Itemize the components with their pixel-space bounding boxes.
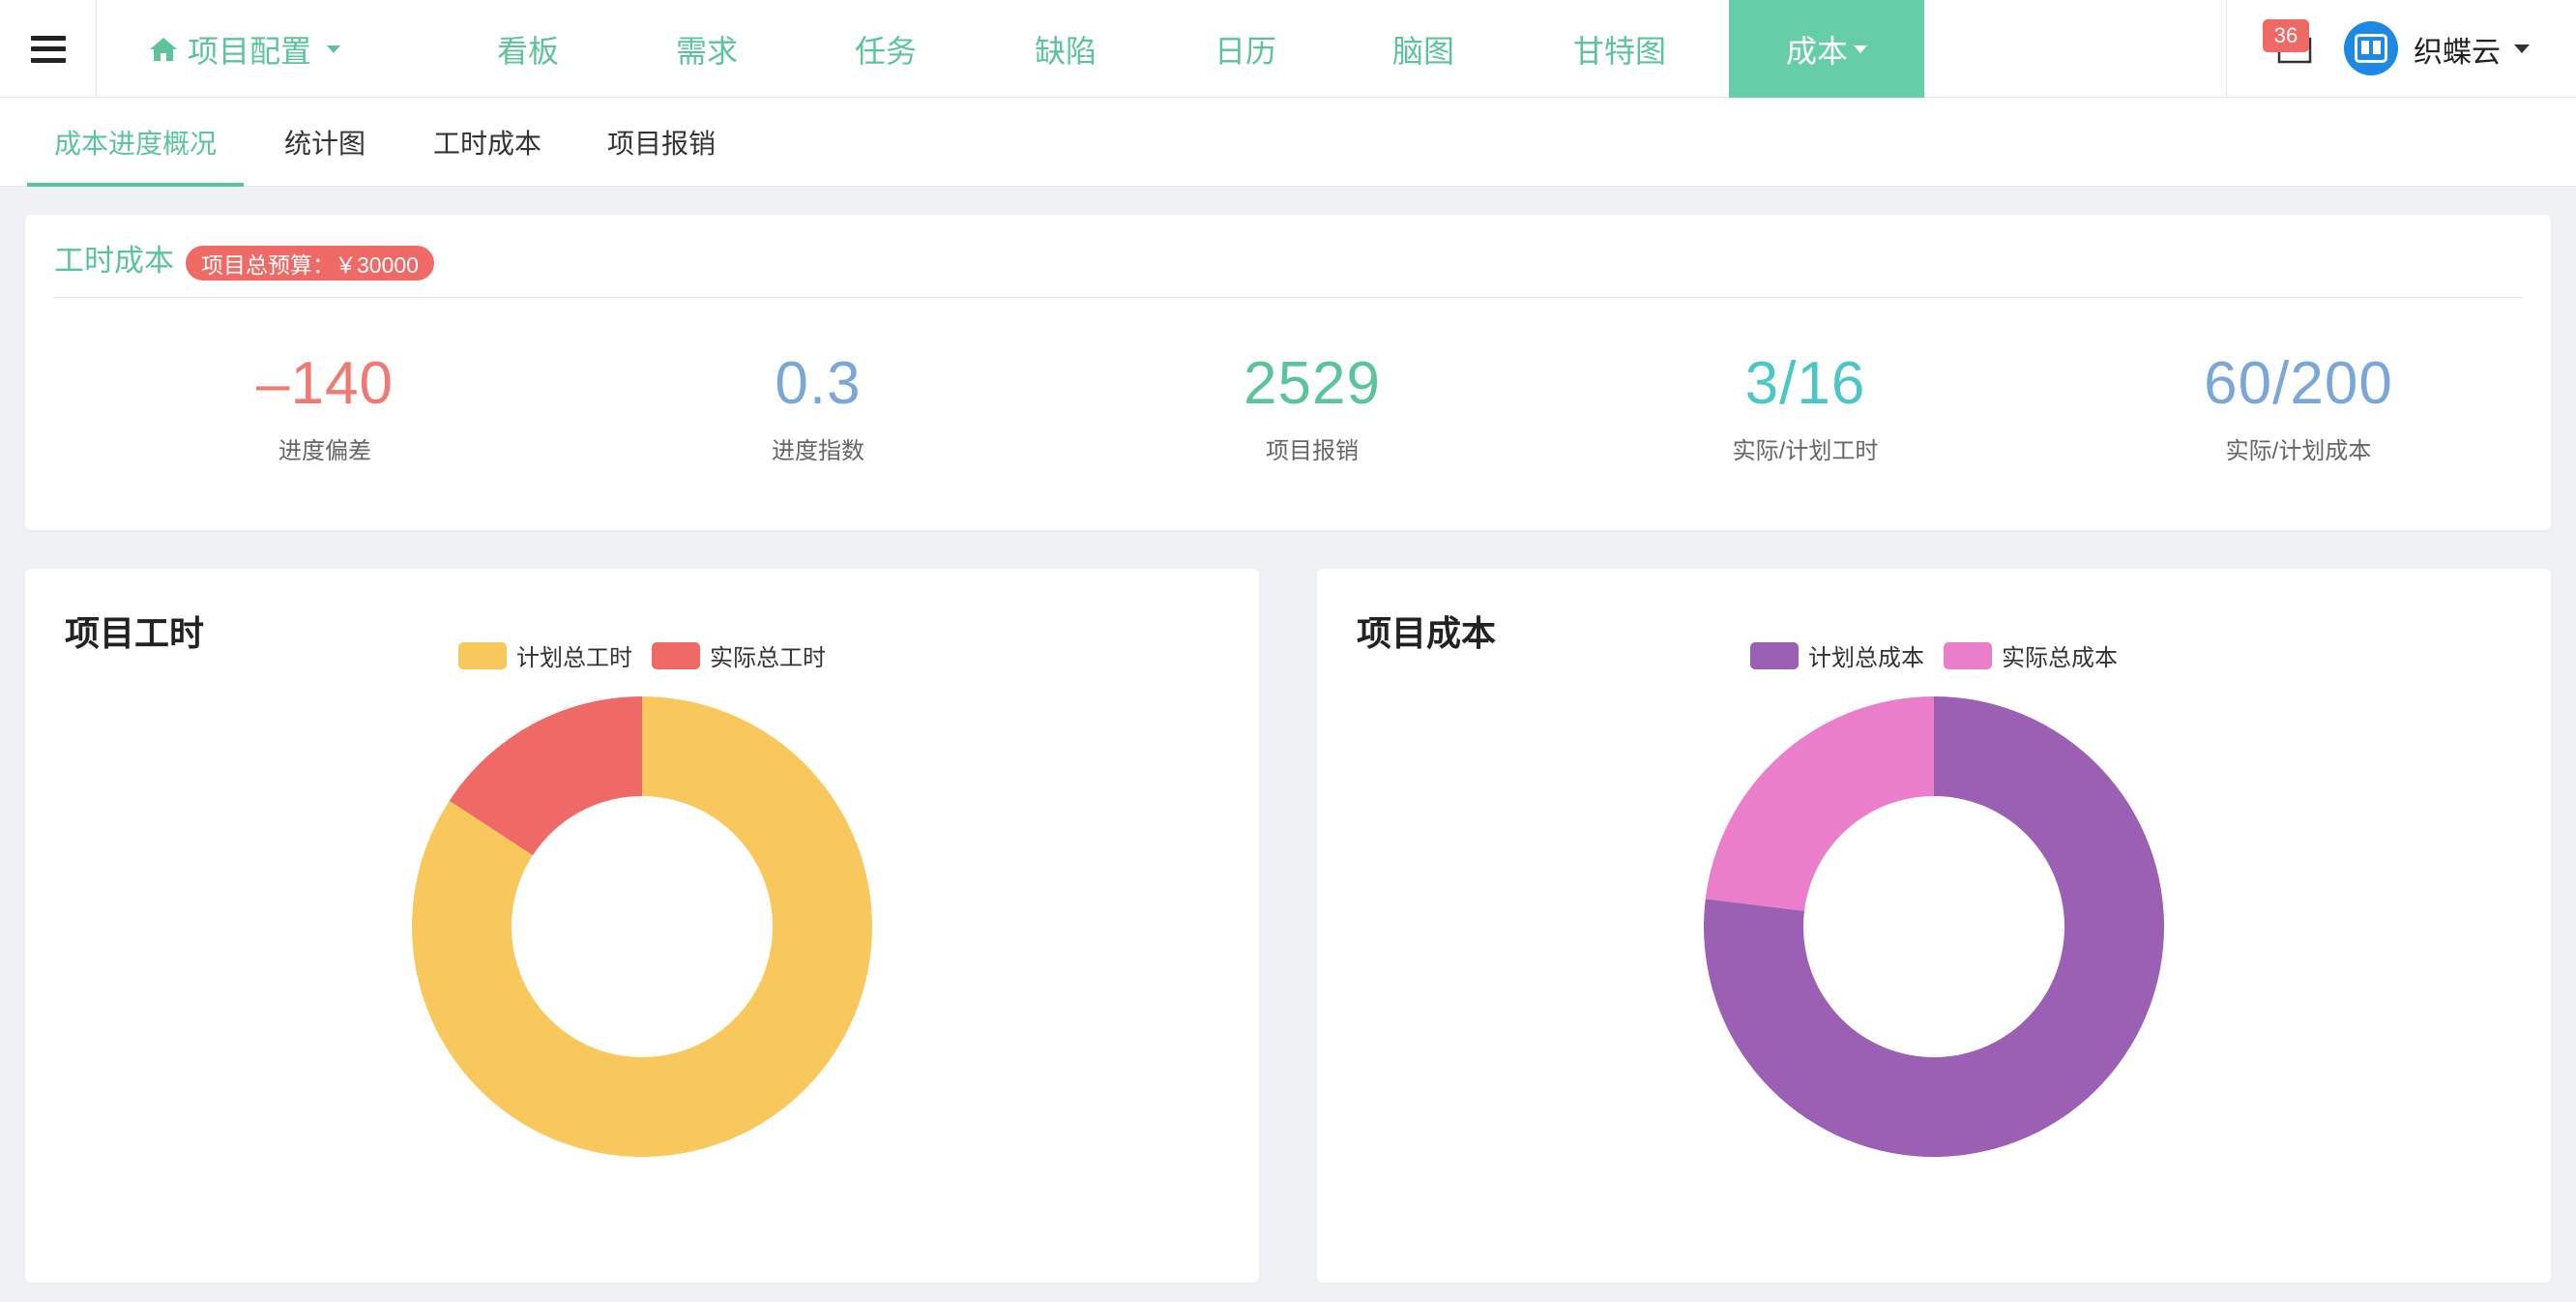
sub-tab-bar: 成本进度概况 统计图 工时成本 项目报销 bbox=[0, 98, 2576, 187]
chart-title: 项目成本 bbox=[1357, 613, 1497, 653]
legend-item-planned-hours[interactable]: 计划总工时 bbox=[458, 638, 632, 672]
legend-swatch bbox=[1750, 641, 1799, 669]
donut-slice-actual-cost[interactable] bbox=[1705, 696, 1934, 911]
project-config-dropdown[interactable]: 项目配置 bbox=[149, 0, 341, 98]
nav-defects[interactable]: 缺陷 bbox=[1017, 0, 1114, 98]
legend-item-planned-cost[interactable]: 计划总成本 bbox=[1750, 638, 1924, 672]
stat-label: 实际/计划工时 bbox=[1732, 438, 1879, 464]
stat-cost-ratio: 60/200 实际/计划成本 bbox=[2052, 350, 2545, 465]
tab-statistics-chart[interactable]: 统计图 bbox=[284, 98, 366, 187]
nav-cost[interactable]: 成本 bbox=[1729, 0, 1924, 98]
stat-label: 进度偏差 bbox=[278, 438, 371, 464]
summary-header: 工时成本 项目总预算：￥30000 bbox=[54, 240, 2522, 298]
home-icon bbox=[150, 37, 177, 61]
summary-card: 工时成本 项目总预算：￥30000 –140 进度偏差 0.3 进度指数 252… bbox=[25, 215, 2551, 530]
nav-tasks[interactable]: 任务 bbox=[837, 0, 934, 98]
stat-label: 进度指数 bbox=[772, 438, 864, 464]
chart-title: 项目工时 bbox=[65, 613, 205, 653]
nav-cost-label: 成本 bbox=[1785, 33, 1848, 69]
hours-donut-chart bbox=[411, 696, 873, 1157]
legend-swatch bbox=[1944, 641, 1992, 669]
top-navbar: 项目配置 看板 需求 任务 缺陷 日历 脑图 甘特图 成本 36 织蝶云 bbox=[0, 0, 2576, 98]
legend-label: 计划总成本 bbox=[1808, 645, 1924, 671]
tab-cost-progress-overview[interactable]: 成本进度概况 bbox=[26, 98, 245, 187]
nav-mindmap[interactable]: 脑图 bbox=[1375, 0, 1472, 98]
legend-item-actual-hours[interactable]: 实际总工时 bbox=[652, 638, 826, 672]
cost-chart-card: 项目成本 计划总成本 实际总成本 bbox=[1317, 569, 2551, 1283]
legend-label: 实际总工时 bbox=[710, 645, 826, 671]
chevron-down-icon bbox=[1854, 44, 1867, 53]
menu-toggle-button[interactable] bbox=[0, 0, 97, 98]
stat-reimbursement: 2529 项目报销 bbox=[1066, 350, 1559, 465]
stat-label: 实际/计划成本 bbox=[2225, 438, 2372, 464]
hamburger-icon bbox=[30, 35, 66, 63]
avatar[interactable] bbox=[2344, 21, 2398, 75]
stat-schedule-variance: –140 进度偏差 bbox=[78, 350, 571, 465]
nav-calendar[interactable]: 日历 bbox=[1197, 0, 1294, 98]
hours-legend: 计划总工时 实际总工时 bbox=[458, 638, 826, 672]
username[interactable]: 织蝶云 bbox=[2414, 0, 2501, 98]
stat-value: 2529 bbox=[1244, 350, 1381, 417]
legend-item-actual-cost[interactable]: 实际总成本 bbox=[1944, 638, 2118, 672]
legend-swatch bbox=[458, 641, 507, 669]
tab-project-reimbursement[interactable]: 项目报销 bbox=[607, 98, 716, 187]
legend-swatch bbox=[652, 641, 700, 669]
stat-hours-ratio: 3/16 实际/计划工时 bbox=[1559, 350, 2052, 465]
stat-value: 0.3 bbox=[775, 350, 862, 417]
nav-requirements[interactable]: 需求 bbox=[659, 0, 755, 98]
stat-value: 60/200 bbox=[2204, 350, 2393, 417]
mail-count-badge: 36 bbox=[2263, 19, 2309, 52]
chevron-down-icon bbox=[327, 44, 341, 53]
brand-logo-icon bbox=[2355, 34, 2387, 63]
nav-kanban[interactable]: 看板 bbox=[480, 0, 576, 98]
cost-legend: 计划总成本 实际总成本 bbox=[1750, 638, 2118, 672]
summary-title: 工时成本 bbox=[54, 244, 174, 278]
legend-label: 实际总成本 bbox=[2002, 645, 2118, 671]
stat-schedule-index: 0.3 进度指数 bbox=[571, 350, 1065, 465]
stat-value: –140 bbox=[256, 350, 394, 417]
nav-gantt[interactable]: 甘特图 bbox=[1547, 0, 1692, 98]
stat-value: 3/16 bbox=[1744, 350, 1866, 417]
hours-chart-card: 项目工时 计划总工时 实际总工时 bbox=[25, 569, 1259, 1283]
project-config-label: 项目配置 bbox=[188, 33, 312, 69]
stat-label: 项目报销 bbox=[1266, 438, 1359, 464]
legend-label: 计划总工时 bbox=[516, 645, 632, 671]
tab-labor-cost[interactable]: 工时成本 bbox=[433, 98, 542, 187]
cost-donut-chart bbox=[1704, 696, 2164, 1157]
budget-badge: 项目总预算：￥30000 bbox=[186, 246, 434, 281]
chevron-down-icon[interactable] bbox=[2514, 44, 2530, 53]
